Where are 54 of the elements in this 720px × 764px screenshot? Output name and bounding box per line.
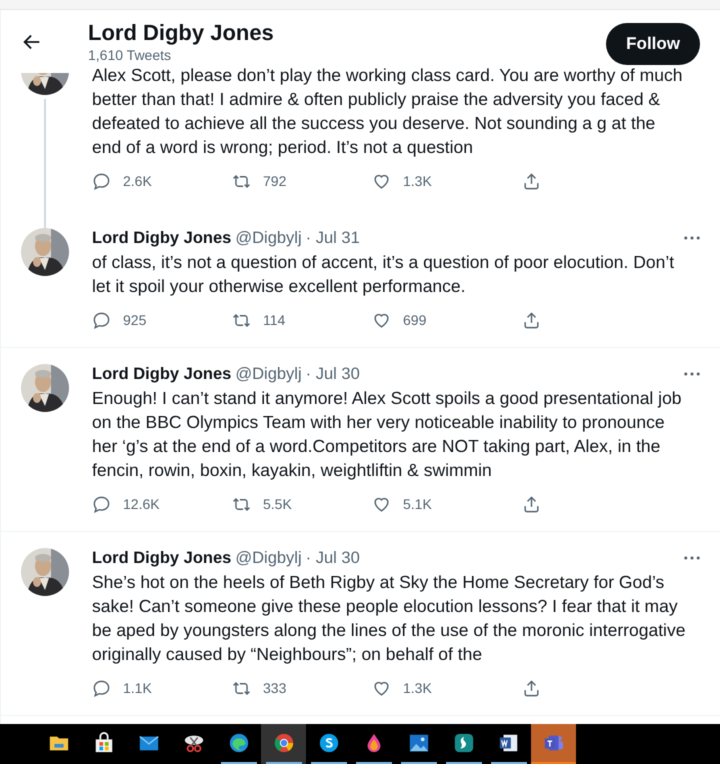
tweet-text: of class, it’s not a question of accent, it’s a question of poor elocution. Don’t let it spoil your otherwise excellent performance. bbox=[92, 251, 676, 298]
tweet-text: She’s hot on the heels of Beth Rigby at Sky the Home Secretary for God’s sake! Can’t someone give these people elocution lessons? I fear that it may be aped by youngsters along the lines of the use of the moronic interrogative originally caused by “Neighbours”; on behalf of the bbox=[92, 571, 686, 666]
edge-icon[interactable] bbox=[228, 732, 250, 754]
like-count: 699 bbox=[403, 311, 426, 330]
share-icon[interactable] bbox=[522, 311, 541, 330]
tweet-text: Enough! I can’t stand it anymore! Alex Scott spoils a good presentational job on the BBC Olympics Team with her very noticeable inability to pronounce her ‘g’s at the end of a word.Competitors are NOT taking part, Alex, in the fencin, rowin, boxin, kayakin, weightliftin & swimmin bbox=[92, 387, 683, 482]
tweet-date[interactable]: · Jul 30 bbox=[306, 364, 360, 384]
document-icon[interactable] bbox=[498, 732, 520, 754]
skype-icon[interactable] bbox=[318, 732, 340, 754]
reply-icon[interactable] bbox=[92, 311, 111, 330]
tweet-count: 1,610 Tweets bbox=[88, 46, 172, 64]
reply-icon[interactable] bbox=[92, 679, 111, 698]
retweet-icon[interactable] bbox=[232, 172, 251, 191]
retweet-count: 114 bbox=[263, 311, 286, 330]
profile-name: Lord Digby Jones bbox=[88, 20, 274, 46]
author-name[interactable]: Lord Digby Jones bbox=[92, 364, 232, 384]
like-count: 1.3K bbox=[403, 679, 432, 698]
heart-icon[interactable] bbox=[372, 172, 391, 191]
more-icon[interactable] bbox=[684, 236, 700, 240]
more-icon[interactable] bbox=[684, 556, 700, 560]
author-handle[interactable]: @Digbylj bbox=[235, 364, 302, 384]
tweet-date[interactable]: · Jul 31 bbox=[306, 228, 360, 248]
author-name[interactable]: Lord Digby Jones bbox=[92, 548, 232, 568]
tweet-text: Alex Scott, please don’t play the working class card. You are worthy of much better than that! I admire & often publicly praise the adversity you faced & defeated to achieve all the success you deserve. Not sounding a g at the end of a word is wrong; period. It’s not a question bbox=[92, 64, 684, 159]
retweet-count: 333 bbox=[263, 679, 286, 698]
author-handle[interactable]: @Digbylj bbox=[235, 548, 302, 568]
retweet-icon[interactable] bbox=[232, 311, 251, 330]
reply-count: 12.6K bbox=[123, 495, 160, 514]
follow-button[interactable]: Follow bbox=[606, 22, 700, 64]
taskbar-button[interactable] bbox=[261, 724, 306, 764]
retweet-count: 5.5K bbox=[263, 495, 292, 514]
tweet-date[interactable]: · Jul 30 bbox=[306, 548, 360, 568]
reply-count: 2.6K bbox=[123, 172, 152, 191]
reply-count: 925 bbox=[123, 311, 146, 330]
photo-icon[interactable] bbox=[408, 732, 430, 754]
like-count: 5.1K bbox=[403, 495, 432, 514]
reply-icon[interactable] bbox=[92, 495, 111, 514]
shark-fin-icon[interactable] bbox=[452, 732, 474, 754]
share-icon[interactable] bbox=[522, 495, 541, 514]
heart-icon[interactable] bbox=[372, 311, 391, 330]
author-name[interactable]: Lord Digby Jones bbox=[92, 228, 232, 248]
retweet-icon[interactable] bbox=[232, 679, 251, 698]
share-icon[interactable] bbox=[522, 679, 541, 698]
retweet-icon[interactable] bbox=[232, 495, 251, 514]
retweet-count: 792 bbox=[263, 172, 286, 191]
like-count: 1.3K bbox=[403, 172, 432, 191]
heart-icon[interactable] bbox=[372, 679, 391, 698]
heart-icon[interactable] bbox=[372, 495, 391, 514]
chrome-icon[interactable] bbox=[272, 732, 294, 754]
more-icon[interactable] bbox=[684, 372, 700, 376]
share-icon[interactable] bbox=[522, 172, 541, 191]
reply-count: 1.1K bbox=[123, 679, 152, 698]
author-handle[interactable]: @Digbylj bbox=[235, 228, 302, 248]
reply-icon[interactable] bbox=[92, 172, 111, 191]
